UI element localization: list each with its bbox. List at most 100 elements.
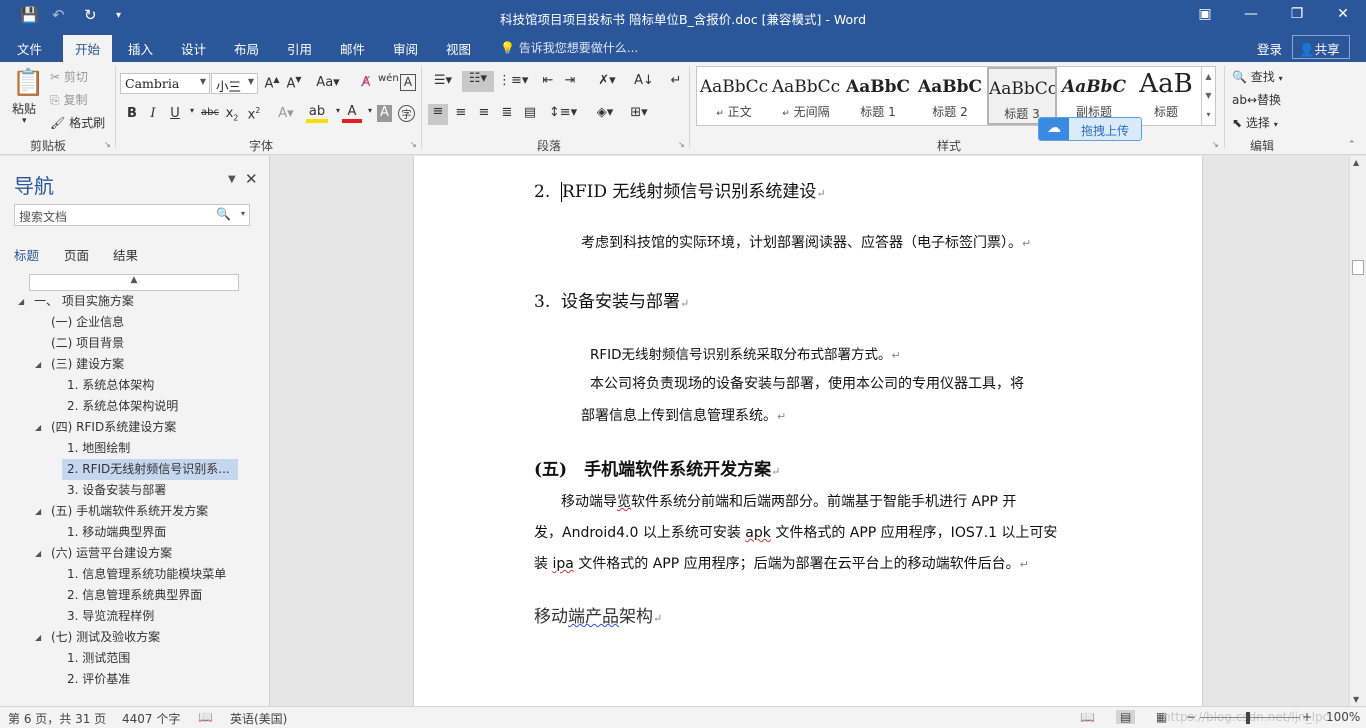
- font-launcher-icon[interactable]: ↘: [410, 140, 417, 149]
- show-marks-icon[interactable]: ↵: [666, 73, 686, 88]
- nav-heading-item[interactable]: 3. 导览流程样例: [63, 606, 154, 627]
- nav-heading-item[interactable]: 2. 信息管理系统典型界面: [63, 585, 202, 606]
- shading-icon[interactable]: ◈▾: [590, 105, 620, 120]
- nav-heading-item[interactable]: (一) 企业信息: [47, 312, 124, 333]
- paste-dropdown-icon[interactable]: ▾: [22, 116, 27, 126]
- styles-scroll[interactable]: ▲ ▼ ▾: [1201, 67, 1215, 125]
- collapse-triangle-icon[interactable]: ◢: [18, 297, 24, 306]
- grow-font-icon[interactable]: A▲: [262, 75, 282, 91]
- italic-icon[interactable]: I: [143, 106, 163, 121]
- format-painter-button[interactable]: 🖌 格式刷: [50, 114, 105, 131]
- close-icon[interactable]: ✕: [1328, 6, 1358, 22]
- nav-heading-item[interactable]: 1. 系统总体架构: [63, 375, 154, 396]
- tab-home[interactable]: 开始: [63, 35, 113, 62]
- pane-options-icon[interactable]: ▼: [228, 174, 236, 185]
- style-title[interactable]: AaB 标题: [1131, 67, 1201, 125]
- tab-results[interactable]: 结果: [113, 245, 138, 264]
- nav-heading-item[interactable]: 2. RFID无线射频信号识别系...: [62, 459, 238, 480]
- zoom-slider-thumb[interactable]: [1246, 712, 1250, 724]
- align-left-icon[interactable]: ≡: [428, 104, 448, 125]
- character-shading-icon[interactable]: A: [377, 105, 392, 122]
- nav-heading-item[interactable]: 1. 移动端典型界面: [63, 522, 166, 543]
- bold-icon[interactable]: B: [122, 106, 142, 121]
- spelling-flagged-text[interactable]: ipa: [552, 556, 573, 572]
- grammar-flagged-text[interactable]: 端产品: [568, 607, 619, 627]
- language-indicator[interactable]: 英语(美国): [230, 710, 287, 727]
- font-size-combo[interactable]: 小三 ▼: [211, 73, 258, 94]
- replace-button[interactable]: ab↔替换: [1232, 91, 1281, 108]
- distributed-icon[interactable]: ▤: [520, 105, 540, 120]
- tab-mailings[interactable]: 邮件: [340, 39, 365, 58]
- search-icon[interactable]: 🔍: [216, 207, 231, 221]
- tab-file[interactable]: 文件: [17, 39, 42, 58]
- multilevel-list-icon[interactable]: ⋮≡▾: [498, 73, 528, 88]
- chevron-up-icon[interactable]: ▲: [1202, 67, 1215, 86]
- collapse-triangle-icon[interactable]: ◢: [35, 360, 41, 369]
- style-no-spacing[interactable]: AaBbCc ↵ 无间隔: [771, 67, 841, 125]
- enclose-characters-icon[interactable]: 字: [398, 105, 415, 122]
- decrease-indent-icon[interactable]: ⇤: [538, 73, 558, 88]
- collapse-triangle-icon[interactable]: ◢: [35, 507, 41, 516]
- chevron-down-icon[interactable]: ▼: [1202, 86, 1215, 105]
- style-heading-1[interactable]: AaBbC 标题 1: [843, 67, 913, 125]
- login-link[interactable]: 登录: [1257, 39, 1282, 58]
- nav-heading-item[interactable]: 1. 信息管理系统功能模块菜单: [63, 564, 226, 585]
- scroll-thumb[interactable]: [1352, 260, 1364, 275]
- clipboard-launcher-icon[interactable]: ↘: [104, 140, 111, 149]
- ribbon-display-options-icon[interactable]: ▣: [1190, 6, 1220, 22]
- zoom-out-icon[interactable]: −: [1186, 710, 1196, 724]
- vertical-scrollbar[interactable]: ▲ ▼: [1349, 156, 1366, 706]
- underline-dropdown-icon[interactable]: ▾: [182, 106, 202, 115]
- close-pane-icon[interactable]: ✕: [245, 170, 258, 188]
- print-layout-icon[interactable]: ▤: [1116, 710, 1136, 724]
- zoom-in-icon[interactable]: +: [1302, 710, 1312, 724]
- word-count[interactable]: 4407 个字: [122, 710, 180, 727]
- line-spacing-icon[interactable]: ↕≡▾: [548, 105, 578, 120]
- tell-me-box[interactable]: 💡 告诉我您想要做什么...: [500, 39, 638, 56]
- search-input[interactable]: 搜索文档 🔍 ▾: [14, 204, 250, 226]
- maximize-icon[interactable]: ❐: [1282, 6, 1312, 22]
- tab-design[interactable]: 设计: [181, 39, 206, 58]
- clear-formatting-icon[interactable]: A̸: [356, 75, 376, 90]
- collapse-headings-button[interactable]: ▲: [29, 274, 239, 291]
- subscript-icon[interactable]: x2: [222, 106, 242, 123]
- zoom-level[interactable]: 100%: [1326, 710, 1360, 724]
- styles-launcher-icon[interactable]: ↘: [1212, 140, 1219, 149]
- phonetic-guide-icon[interactable]: wén: [378, 73, 399, 84]
- text-effects-icon[interactable]: A▾: [276, 106, 296, 121]
- collapse-triangle-icon[interactable]: ◢: [35, 423, 41, 432]
- copy-button[interactable]: ⎘ 复制: [50, 91, 87, 108]
- font-color-icon[interactable]: A: [342, 104, 362, 123]
- nav-heading-item[interactable]: (五) 手机端软件系统开发方案: [47, 501, 208, 522]
- numbering-icon[interactable]: ☷▾: [462, 71, 494, 92]
- cut-button[interactable]: ✂ 剪切: [50, 68, 88, 85]
- align-center-icon[interactable]: ≡: [451, 105, 471, 120]
- nav-heading-item[interactable]: (四) RFID系统建设方案: [47, 417, 176, 438]
- justify-icon[interactable]: ≣: [497, 105, 517, 120]
- tab-pages[interactable]: 页面: [64, 245, 89, 264]
- strikethrough-icon[interactable]: abc: [200, 107, 220, 118]
- tab-references[interactable]: 引用: [287, 39, 312, 58]
- nav-heading-item[interactable]: 一、 项目实施方案: [30, 291, 134, 312]
- nav-heading-item[interactable]: (三) 建设方案: [47, 354, 124, 375]
- collapse-ribbon-icon[interactable]: ⌃: [1348, 140, 1356, 150]
- character-border-icon[interactable]: A: [400, 74, 416, 91]
- nav-heading-item[interactable]: (六) 运营平台建设方案: [47, 543, 172, 564]
- chevron-down-icon[interactable]: ▾: [241, 209, 245, 218]
- font-name-combo[interactable]: Cambria ▼: [120, 73, 210, 94]
- collapse-triangle-icon[interactable]: ◢: [35, 549, 41, 558]
- highlight-color-icon[interactable]: ab: [306, 104, 328, 123]
- nav-heading-item[interactable]: 1. 测试范围: [63, 648, 130, 669]
- nav-heading-item[interactable]: 2. 系统总体架构说明: [63, 396, 178, 417]
- paste-button[interactable]: 粘贴: [12, 100, 36, 117]
- tab-view[interactable]: 视图: [446, 39, 471, 58]
- paragraph-launcher-icon[interactable]: ↘: [678, 140, 685, 149]
- share-button[interactable]: 👤共享: [1292, 35, 1350, 59]
- spelling-flagged-text[interactable]: 览: [617, 494, 631, 510]
- select-button[interactable]: ⬉ 选择 ▾: [1232, 114, 1278, 131]
- shrink-font-icon[interactable]: A▼: [284, 75, 304, 91]
- tab-headings[interactable]: 标题: [14, 245, 39, 264]
- zoom-slider-track[interactable]: [1200, 717, 1300, 718]
- align-right-icon[interactable]: ≡: [474, 105, 494, 120]
- change-case-icon[interactable]: Aa▾: [314, 75, 342, 90]
